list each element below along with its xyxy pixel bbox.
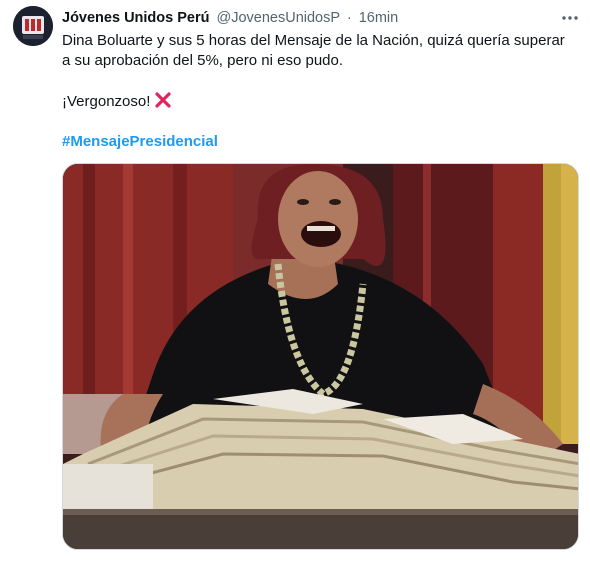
hashtag-link[interactable]: #MensajePresidencial xyxy=(62,133,218,150)
avatar[interactable] xyxy=(13,6,53,46)
timestamp[interactable]: 16min xyxy=(359,10,399,26)
tweet-text-line: ¡Vergonzoso! xyxy=(62,91,582,112)
tweet-header: Jóvenes Unidos Perú @JovenesUnidosP · 16… xyxy=(62,9,398,27)
more-options-button[interactable] xyxy=(558,8,582,28)
author-name[interactable]: Jóvenes Unidos Perú xyxy=(62,10,209,26)
cross-mark-icon xyxy=(155,92,171,108)
media-image xyxy=(63,164,578,549)
tweet-text-line: a su aprobación del 5%, pero ni eso pudo… xyxy=(62,52,344,69)
exclamation-text: ¡Vergonzoso! xyxy=(62,93,151,110)
tweet-text: Dina Boluarte y sus 5 horas del Mensaje … xyxy=(62,31,582,152)
tweet-text-line: Dina Boluarte y sus 5 horas del Mensaje … xyxy=(62,32,565,49)
author-handle[interactable]: @JovenesUnidosP xyxy=(217,10,340,26)
separator-dot: · xyxy=(346,10,352,26)
tweet[interactable]: Jóvenes Unidos Perú @JovenesUnidosP · 16… xyxy=(0,0,590,564)
more-horizontal-icon xyxy=(562,16,578,20)
tweet-media[interactable] xyxy=(62,163,579,550)
